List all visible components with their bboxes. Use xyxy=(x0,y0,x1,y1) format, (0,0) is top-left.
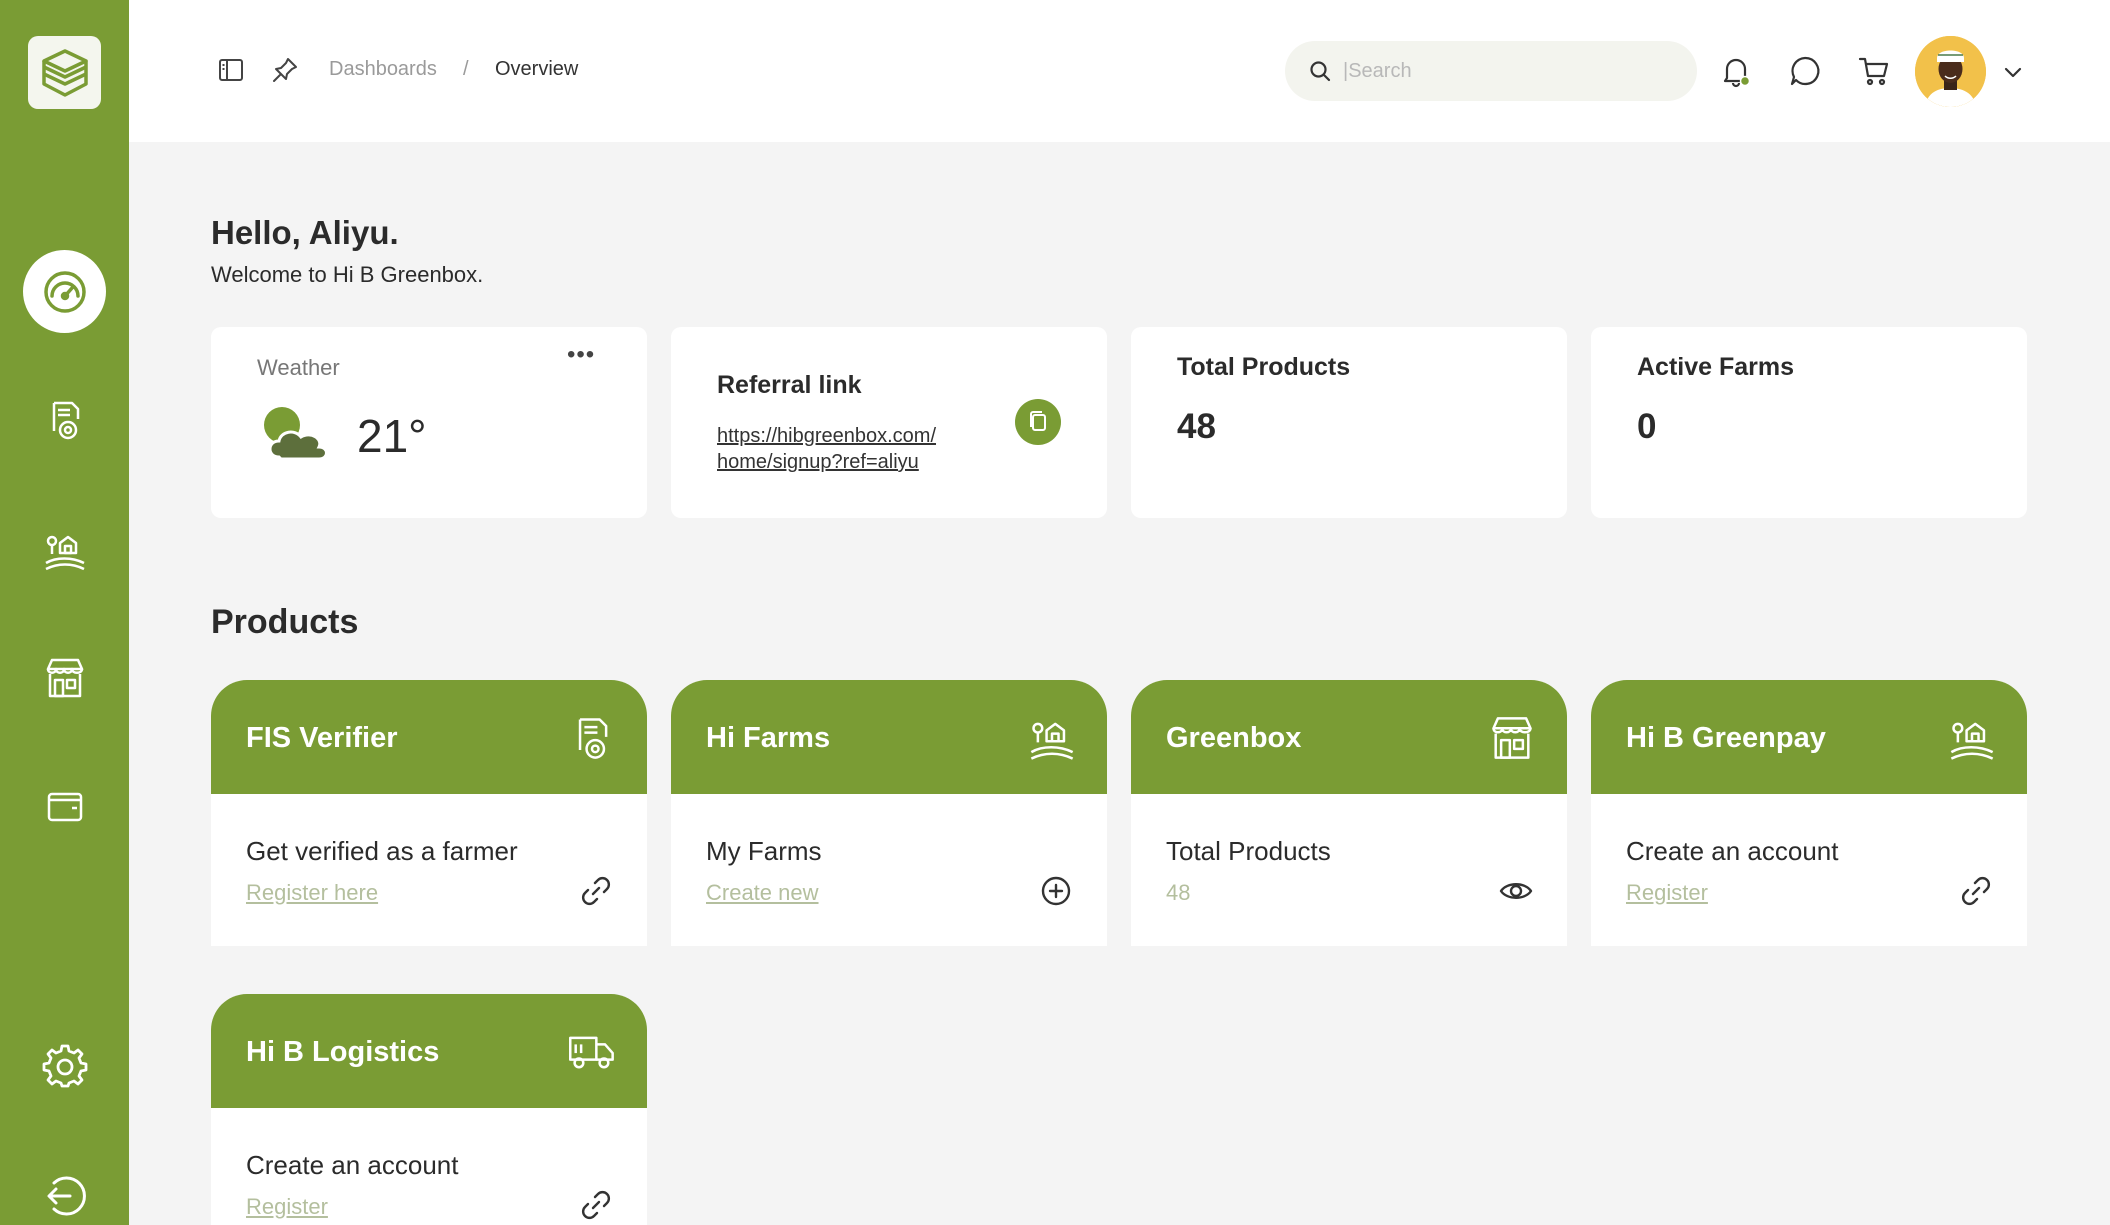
product-card-header: Hi Farms xyxy=(671,680,1107,794)
active-farms-value: 0 xyxy=(1637,407,1657,446)
farm-icon xyxy=(44,535,85,570)
link-icon[interactable] xyxy=(579,1188,613,1222)
user-portrait-icon xyxy=(1915,36,1986,107)
copy-button[interactable] xyxy=(1015,399,1061,445)
store-icon xyxy=(1492,717,1532,759)
weather-temperature: 21° xyxy=(357,410,427,462)
referral-card: Referral link https://hibgreenbox.com/ h… xyxy=(671,327,1107,518)
referral-url-line2: home/signup?ref=aliyu xyxy=(717,451,919,473)
link-icon[interactable] xyxy=(579,874,613,908)
cloud-sun-icon xyxy=(264,407,328,461)
total-products-card: Total Products 48 xyxy=(1131,327,1567,518)
product-card-header: FIS Verifier xyxy=(211,680,647,794)
register-link[interactable]: Register xyxy=(1626,880,1708,906)
product-description: Create an account xyxy=(246,1150,459,1180)
breadcrumb-current: Overview xyxy=(495,58,579,80)
sidebar-item-logout[interactable] xyxy=(23,1154,106,1225)
eye-icon[interactable] xyxy=(1499,874,1533,908)
document-gear-icon xyxy=(52,401,79,439)
referral-label: Referral link xyxy=(717,371,862,399)
product-description: My Farms xyxy=(706,836,822,866)
sidebar-item-farms[interactable] xyxy=(23,508,106,591)
product-value: 48 xyxy=(1166,880,1191,905)
total-products-value: 48 xyxy=(1177,407,1216,446)
product-card-body: Total Products 48 xyxy=(1131,794,1567,946)
avatar[interactable] xyxy=(1915,36,1986,107)
product-card-header: Hi B Greenpay xyxy=(1591,680,2027,794)
sidebar-item-fis-verifier[interactable] xyxy=(23,378,106,461)
weather-card: Weather ••• 21° xyxy=(211,327,647,518)
active-farms-label: Active Farms xyxy=(1637,353,1795,381)
cart-icon[interactable] xyxy=(1857,54,1891,88)
product-title: Greenbox xyxy=(1166,722,1302,754)
sidebar-item-wallet[interactable] xyxy=(23,764,106,847)
product-card-body: Create an account Register xyxy=(211,1108,647,1225)
sidebar xyxy=(0,0,129,1225)
copy-icon xyxy=(1030,411,1046,431)
search-box xyxy=(1285,41,1697,101)
greeting-title: Hello, Aliyu. xyxy=(211,214,399,251)
store-icon xyxy=(46,658,83,697)
product-description: Total Products xyxy=(1166,836,1331,866)
search-input[interactable] xyxy=(1343,59,1683,83)
active-farms-card: Active Farms 0 xyxy=(1591,327,2027,518)
cube-logo-icon xyxy=(41,48,88,97)
sidebar-item-settings[interactable] xyxy=(23,1024,106,1107)
sidebar-item-dashboard[interactable] xyxy=(23,250,106,333)
sidebar-item-store[interactable] xyxy=(23,636,106,719)
pin-icon[interactable] xyxy=(271,56,299,84)
farm-icon xyxy=(1950,722,1994,760)
product-card-header: Greenbox xyxy=(1131,680,1567,794)
register-link[interactable]: Register xyxy=(246,1194,328,1220)
greeting-subtitle: Welcome to Hi B Greenbox. xyxy=(211,262,484,287)
chat-icon[interactable] xyxy=(1788,54,1822,88)
referral-url-line1: https://hibgreenbox.com/ xyxy=(717,425,937,447)
top-bar: Dashboards / Overview xyxy=(129,0,2110,142)
product-card-body: Get verified as a farmer Register here xyxy=(211,794,647,946)
link-icon[interactable] xyxy=(1959,874,1993,908)
register-here-link[interactable]: Register here xyxy=(246,880,378,906)
chevron-down-icon[interactable] xyxy=(2002,61,2024,83)
product-title: FIS Verifier xyxy=(246,722,398,754)
product-description: Create an account xyxy=(1626,836,1839,866)
product-card-hi-b-logistics: Hi B Logistics Create an account Registe… xyxy=(211,994,647,1225)
app-logo[interactable] xyxy=(28,36,101,109)
weather-label: Weather xyxy=(257,355,340,380)
wallet-icon xyxy=(47,792,82,821)
product-card-fis-verifier: FIS Verifier Get verified as a farmer Re… xyxy=(211,680,647,946)
breadcrumb-separator: / xyxy=(463,58,469,80)
product-description: Get verified as a farmer xyxy=(246,836,518,866)
product-card-body: Create an account Register xyxy=(1591,794,2027,946)
product-title: Hi B Greenpay xyxy=(1626,722,1826,754)
product-card-body: My Farms Create new xyxy=(671,794,1107,946)
products-section-title: Products xyxy=(211,603,359,641)
referral-link[interactable]: https://hibgreenbox.com/ home/signup?ref… xyxy=(717,423,936,475)
product-title: Hi B Logistics xyxy=(246,1036,440,1068)
search-icon xyxy=(1310,61,1331,82)
speedometer-icon xyxy=(43,270,86,313)
sidebar-toggle-icon[interactable] xyxy=(217,56,245,84)
logout-icon xyxy=(47,1176,86,1215)
bell-icon[interactable] xyxy=(1719,54,1753,88)
farm-icon xyxy=(1030,722,1074,760)
product-card-hi-b-greenpay: Hi B Greenpay Create an account Register xyxy=(1591,680,2027,946)
product-title: Hi Farms xyxy=(706,722,831,754)
product-card-greenbox: Greenbox Total Products 48 xyxy=(1131,680,1567,946)
product-card-hi-farms: Hi Farms My Farms Create new xyxy=(671,680,1107,946)
total-products-label: Total Products xyxy=(1177,353,1351,381)
weather-menu-button[interactable]: ••• xyxy=(567,341,595,369)
document-gear-icon xyxy=(578,718,608,759)
gear-icon xyxy=(42,1044,87,1087)
breadcrumb-parent[interactable]: Dashboards xyxy=(329,58,437,81)
product-card-header: Hi B Logistics xyxy=(211,994,647,1108)
plus-circle-icon[interactable] xyxy=(1039,874,1073,908)
create-new-link[interactable]: Create new xyxy=(706,880,819,906)
truck-icon xyxy=(569,1036,614,1069)
